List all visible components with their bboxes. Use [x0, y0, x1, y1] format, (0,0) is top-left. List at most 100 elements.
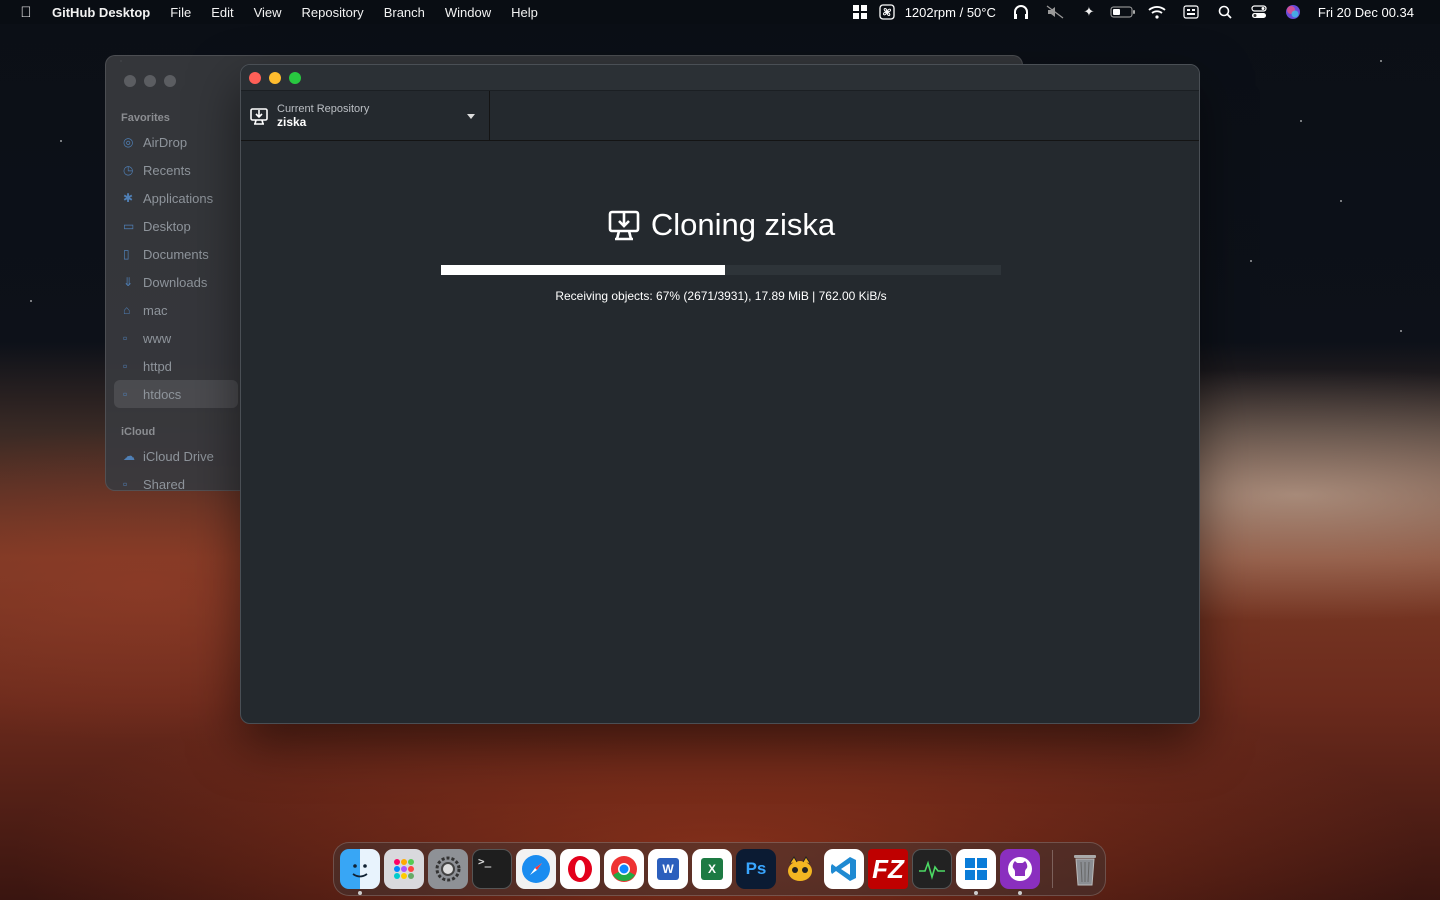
- menu-branch[interactable]: Branch: [374, 5, 435, 20]
- sidebar-item-desktop[interactable]: ▭ Desktop: [114, 212, 238, 240]
- menu-edit[interactable]: Edit: [201, 5, 243, 20]
- sidebar-item-downloads[interactable]: ⇓ Downloads: [114, 268, 238, 296]
- icloud-heading: iCloud: [121, 426, 156, 438]
- current-repository-name: ziska: [277, 115, 307, 129]
- excel-icon[interactable]: X: [692, 849, 732, 889]
- control-center-icon[interactable]: [1242, 0, 1276, 24]
- clock-icon: ◷: [123, 163, 134, 177]
- bluetooth-icon[interactable]: ✦: [1072, 0, 1106, 24]
- sidebar-item-label: Applications: [143, 190, 214, 206]
- finder-sidebar: Favorites ◎ AirDrop ◷ Recents ✱ Application…: [114, 106, 238, 491]
- sidebar-item-label: iCloud Drive: [143, 448, 214, 464]
- close-button[interactable]: [249, 71, 261, 84]
- keyboard-input-icon[interactable]: [1174, 0, 1208, 24]
- filezilla-icon[interactable]: FZ: [868, 849, 908, 889]
- applications-icon: ✱: [123, 191, 134, 205]
- download-icon: ⇓: [123, 275, 134, 289]
- battery-icon[interactable]: [1106, 0, 1140, 24]
- safari-icon[interactable]: [516, 849, 556, 889]
- sidebar-item-label: www: [143, 330, 172, 346]
- sidebar-item-label: Shared: [143, 476, 185, 491]
- terminal-icon[interactable]: >_: [472, 849, 512, 889]
- clone-status-text: Receiving objects: 67% (2671/3931), 17.8…: [555, 289, 887, 303]
- opera-icon[interactable]: [560, 849, 600, 889]
- favorites-heading: Favorites: [121, 112, 170, 124]
- finder-zoom-button[interactable]: [164, 75, 176, 87]
- menu-file[interactable]: File: [160, 5, 201, 20]
- sidebar-item-label: AirDrop: [143, 134, 188, 150]
- finder-traffic-lights: [124, 75, 176, 87]
- apple-menu-icon[interactable]: : [0, 4, 52, 21]
- siri-icon[interactable]: [1276, 0, 1310, 24]
- sidebar-item-label: Desktop: [143, 218, 191, 234]
- chevron-down-icon: [467, 114, 475, 119]
- dock-separator: [1052, 850, 1053, 888]
- menu-window[interactable]: Window: [435, 5, 501, 20]
- clone-progress-panel: Cloning ziska Receiving objects: 67% (26…: [241, 141, 1199, 303]
- menubar-clock[interactable]: Fri 20 Dec 00.34: [1310, 5, 1422, 20]
- vscode-icon[interactable]: [824, 849, 864, 889]
- fan-status[interactable]: 1202rpm / 50°C: [897, 5, 1004, 20]
- cloud-icon: ☁: [123, 449, 135, 463]
- chrome-icon[interactable]: [604, 849, 644, 889]
- windows-app-icon[interactable]: [956, 849, 996, 895]
- menu-repository[interactable]: Repository: [292, 5, 374, 20]
- sidebar-item-label: Recents: [143, 162, 191, 178]
- trash-icon[interactable]: [1065, 849, 1105, 889]
- sidebar-item-label: htdocs: [143, 386, 182, 402]
- minimize-button[interactable]: [269, 71, 281, 84]
- clone-title: Cloning ziska: [650, 207, 836, 242]
- menu-app-name[interactable]: GitHub Desktop: [52, 5, 160, 20]
- word-icon[interactable]: W: [648, 849, 688, 889]
- clone-progress-bar: [441, 265, 1001, 275]
- sidebar-item-label: Downloads: [143, 274, 208, 290]
- home-icon: ⌂: [123, 303, 131, 317]
- headphones-icon[interactable]: [1004, 0, 1038, 24]
- menu-bar:  GitHub Desktop File Edit View Reposito…: [0, 0, 1440, 24]
- title-bar: [241, 65, 1199, 91]
- document-icon: ▯: [123, 247, 130, 261]
- clone-heading: Cloning ziska: [241, 207, 1199, 243]
- system-settings-icon[interactable]: [428, 849, 468, 889]
- sidebar-item-applications[interactable]: ✱ Applications: [114, 184, 238, 212]
- finder-icon[interactable]: [340, 849, 380, 895]
- sidebar-item-www[interactable]: ▫ www: [114, 324, 238, 352]
- folder-icon: ▫: [123, 387, 128, 401]
- folder-icon: ▫: [123, 359, 128, 373]
- finder-minimize-button[interactable]: [144, 75, 156, 87]
- mute-icon[interactable]: [1038, 0, 1072, 24]
- windows-grid-icon[interactable]: [843, 0, 877, 24]
- sidebar-item-mac[interactable]: ⌂ mac: [114, 296, 238, 324]
- menu-help[interactable]: Help: [501, 5, 548, 20]
- desktop-icon: ▭: [123, 219, 135, 233]
- excel-letter-icon: X: [701, 858, 723, 880]
- sidebar-item-httpd[interactable]: ▫ httpd: [114, 352, 238, 380]
- spotlight-search-icon[interactable]: [1208, 0, 1242, 24]
- fan-icon[interactable]: [877, 0, 897, 24]
- navicat-icon[interactable]: [780, 849, 820, 889]
- airdrop-icon: ◎: [123, 135, 134, 149]
- clone-progress-fill: [441, 265, 725, 275]
- photoshop-icon[interactable]: Ps: [736, 849, 776, 889]
- current-repository-selector[interactable]: Current Repository ziska: [241, 91, 490, 141]
- sidebar-item-icloud-drive[interactable]: ☁ iCloud Drive: [114, 442, 238, 470]
- wifi-icon[interactable]: [1140, 0, 1174, 24]
- toolbar: Current Repository ziska: [241, 91, 1199, 141]
- sidebar-item-label: mac: [143, 302, 168, 318]
- github-desktop-icon[interactable]: [1000, 849, 1040, 895]
- shared-folder-icon: ▫: [123, 477, 128, 491]
- repo-clone-icon: [250, 108, 268, 125]
- menu-view[interactable]: View: [244, 5, 292, 20]
- finder-close-button[interactable]: [124, 75, 136, 87]
- sidebar-item-label: Documents: [143, 246, 209, 262]
- sidebar-item-documents[interactable]: ▯ Documents: [114, 240, 238, 268]
- sidebar-item-airdrop[interactable]: ◎ AirDrop: [114, 128, 238, 156]
- zoom-button[interactable]: [289, 71, 301, 84]
- activity-monitor-icon[interactable]: [912, 849, 952, 889]
- sidebar-item-shared[interactable]: ▫ Shared: [114, 470, 238, 491]
- sidebar-item-htdocs[interactable]: ▫ htdocs: [114, 380, 238, 408]
- word-letter-icon: W: [657, 858, 679, 880]
- folder-icon: ▫: [123, 331, 128, 345]
- launchpad-icon[interactable]: [384, 849, 424, 889]
- sidebar-item-recents[interactable]: ◷ Recents: [114, 156, 238, 184]
